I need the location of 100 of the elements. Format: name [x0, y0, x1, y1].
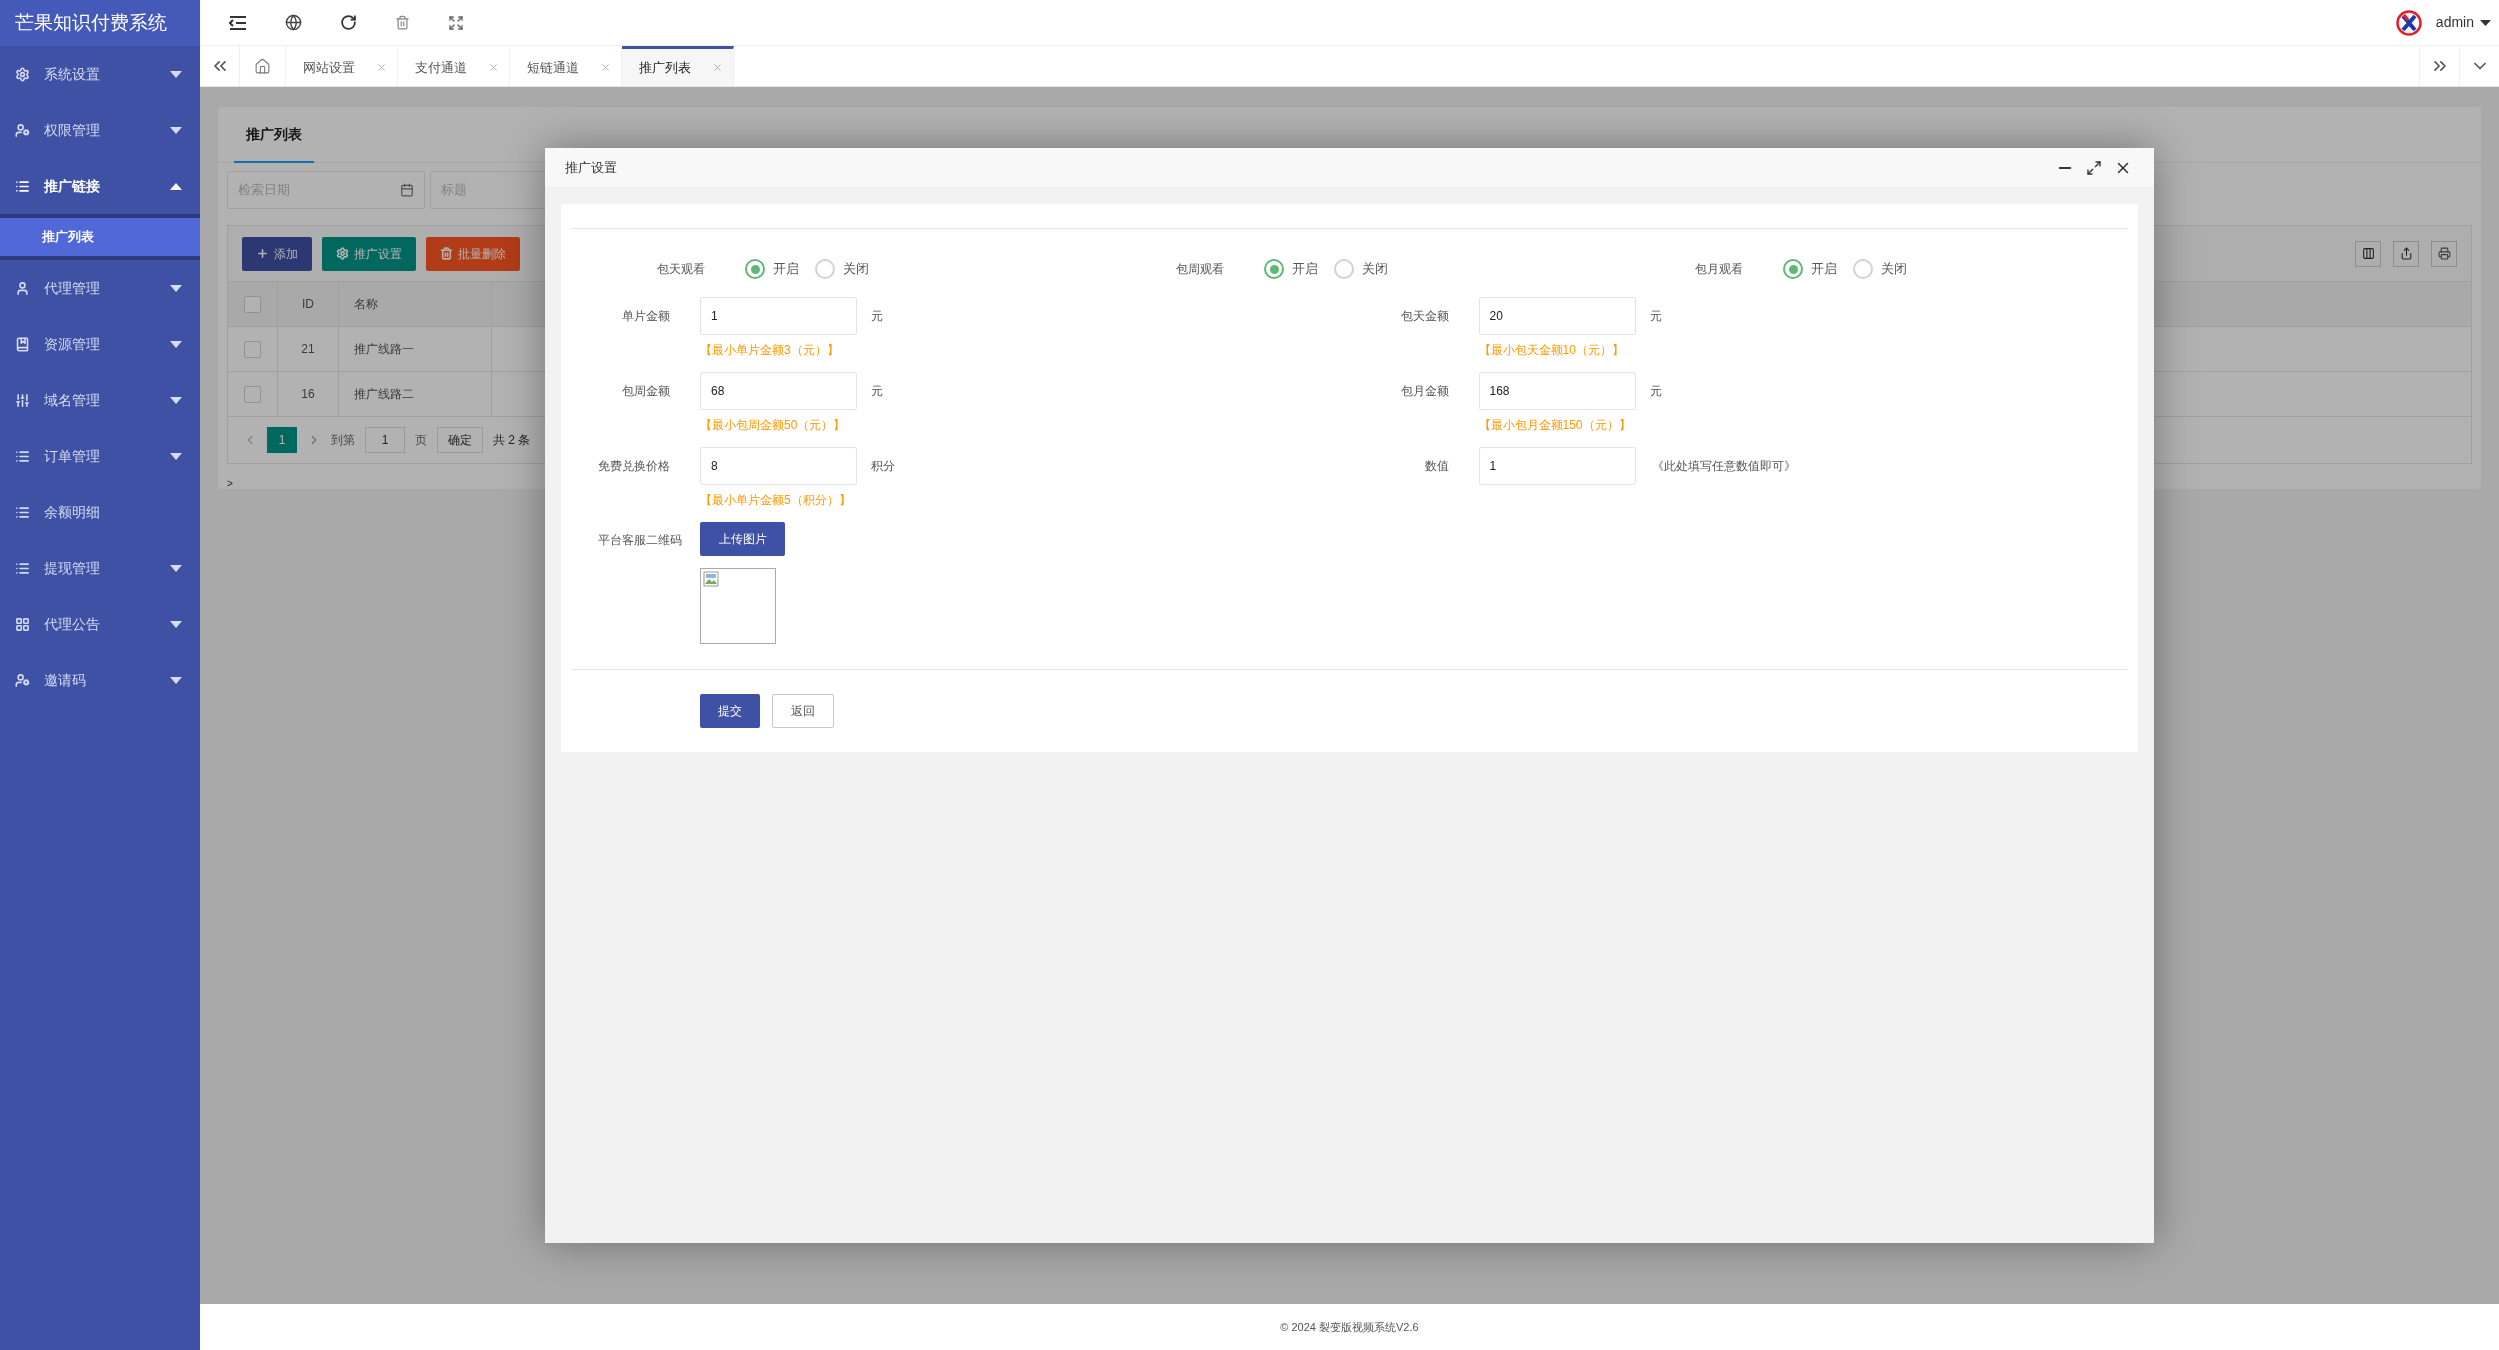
trash-icon[interactable] — [395, 15, 410, 30]
export-icon — [2399, 247, 2413, 260]
upload-button[interactable]: 上传图片 — [700, 522, 785, 556]
sidebar-item[interactable]: 域名管理 — [0, 372, 200, 428]
export-button[interactable] — [2393, 240, 2419, 267]
total-count: 共 2 条 — [493, 432, 531, 449]
sidebar-item[interactable]: 代理管理 — [0, 260, 200, 316]
page-tab[interactable]: 推广列表 — [234, 107, 314, 163]
radio-button[interactable] — [745, 259, 765, 279]
radio-button[interactable] — [815, 259, 835, 279]
unit-label: 元 — [871, 383, 883, 400]
user-icon — [15, 280, 30, 296]
radio-button[interactable] — [1783, 259, 1803, 279]
user-gear-icon — [15, 672, 30, 688]
columns-icon — [2361, 247, 2375, 260]
hint-text: 【最小包天金额10（元）】 — [1478, 342, 1625, 359]
field-label: 包天金额 — [1399, 308, 1450, 325]
radio-button[interactable] — [1264, 259, 1284, 279]
table-cell: 推广线路二 — [339, 372, 492, 416]
book-icon — [15, 336, 30, 352]
page-tab[interactable]: 推广列表 — [622, 46, 734, 86]
radio-label: 开启 — [773, 260, 799, 279]
sidebar-item[interactable]: 权限管理 — [0, 102, 200, 158]
radio-label: 关闭 — [843, 260, 869, 279]
unit-label: 元 — [871, 308, 883, 325]
page-unit: 页 — [415, 432, 427, 449]
close-tab-icon[interactable] — [488, 62, 499, 73]
hint-text: 【最小单片金额5（积分）】 — [700, 492, 852, 509]
goto-label: 到第 — [331, 432, 355, 449]
list-icon — [15, 448, 30, 464]
page-input[interactable]: 1 — [365, 427, 405, 453]
app-title: 芒果知识付费系统 — [0, 0, 200, 46]
sidebar-item[interactable]: 代理公告 — [0, 596, 200, 652]
plus-icon — [256, 247, 269, 260]
hint-text: 【最小包月金额150（元）】 — [1478, 417, 1632, 434]
unit-label: 积分 — [871, 458, 895, 475]
field-label: 免费兑换价格 — [597, 458, 671, 475]
column-header: 名称 — [339, 282, 492, 326]
field-label: 平台客服二维码 — [597, 532, 683, 549]
input-field[interactable]: 168 — [1478, 372, 1636, 410]
close-tab-icon[interactable] — [600, 62, 611, 73]
close-tab-icon[interactable] — [712, 62, 723, 73]
column-header: ID — [278, 282, 339, 326]
input-field[interactable]: 20 — [1478, 297, 1636, 335]
fullscreen-icon[interactable] — [448, 14, 464, 31]
grid-icon — [15, 616, 30, 632]
radio-label: 开启 — [1292, 260, 1318, 279]
submit-button[interactable]: 提交 — [700, 694, 760, 728]
input-field[interactable]: 68 — [700, 372, 857, 410]
unit-label: 元 — [1649, 383, 1662, 400]
radio-label: 关闭 — [1881, 260, 1907, 279]
sidebar-item[interactable]: 资源管理 — [0, 316, 200, 372]
field-label: 数值 — [1423, 458, 1450, 475]
page-tab[interactable]: 支付通道 — [398, 46, 510, 86]
globe-icon[interactable] — [285, 14, 302, 31]
field-label: 包周金额 — [621, 383, 671, 400]
input-field[interactable]: 8 — [700, 447, 857, 485]
sidebar-item[interactable]: 邀请码 — [0, 652, 200, 708]
user-menu[interactable]: admin — [2435, 12, 2491, 33]
gear-icon — [336, 247, 349, 260]
list-icon — [15, 560, 30, 576]
field-label: 包天观看 — [656, 261, 705, 278]
checkbox[interactable] — [244, 340, 261, 358]
checkbox[interactable] — [244, 295, 261, 313]
hint-text: 【最小单片金额3（元）】 — [700, 342, 840, 359]
gear-icon — [15, 66, 30, 82]
print-button[interactable] — [2431, 240, 2457, 267]
table-cell: 16 — [278, 372, 339, 416]
input-field[interactable]: 1 — [700, 297, 857, 335]
table-cell: 21 — [278, 327, 339, 371]
maximize-icon[interactable] — [2086, 159, 2102, 176]
confirm-button[interactable]: 确定 — [437, 427, 483, 453]
unit-label: 元 — [1649, 308, 1662, 325]
user-gear-icon — [15, 122, 30, 138]
checkbox[interactable] — [244, 385, 261, 403]
list-icon — [15, 504, 30, 520]
columns-button[interactable] — [2355, 240, 2381, 267]
sidebar-subitem[interactable]: 推广列表 — [0, 218, 200, 256]
page-tab[interactable]: 网站设置 — [286, 46, 398, 86]
field-label: 包月金额 — [1399, 383, 1450, 400]
radio-button[interactable] — [1334, 259, 1354, 279]
sidebar-item[interactable]: 推广链接 — [0, 158, 200, 214]
collapse-menu-icon[interactable] — [229, 15, 247, 30]
close-tab-icon[interactable] — [376, 62, 387, 73]
footnote-text: > — [227, 477, 234, 491]
sidebar-item[interactable]: 订单管理 — [0, 428, 200, 484]
home-icon — [254, 57, 271, 75]
sidebar-item[interactable]: 提现管理 — [0, 540, 200, 596]
hint-text: 【最小包周金额50（元）】 — [700, 417, 847, 434]
sidebar-item[interactable]: 余额明细 — [0, 484, 200, 540]
sidebar-item[interactable]: 系统设置 — [0, 46, 200, 102]
broken-image-icon — [703, 571, 719, 587]
toolbar-button[interactable]: 添加 — [242, 236, 312, 271]
back-button[interactable]: 返回 — [772, 694, 834, 728]
refresh-icon[interactable] — [340, 14, 357, 31]
input-field[interactable]: 1 — [1478, 447, 1636, 485]
footer-text: © 2024 裂变版视频系统V2.6 — [1280, 1319, 1419, 1335]
trash-icon — [440, 247, 453, 260]
radio-label: 关闭 — [1362, 260, 1388, 279]
radio-button[interactable] — [1853, 259, 1873, 279]
